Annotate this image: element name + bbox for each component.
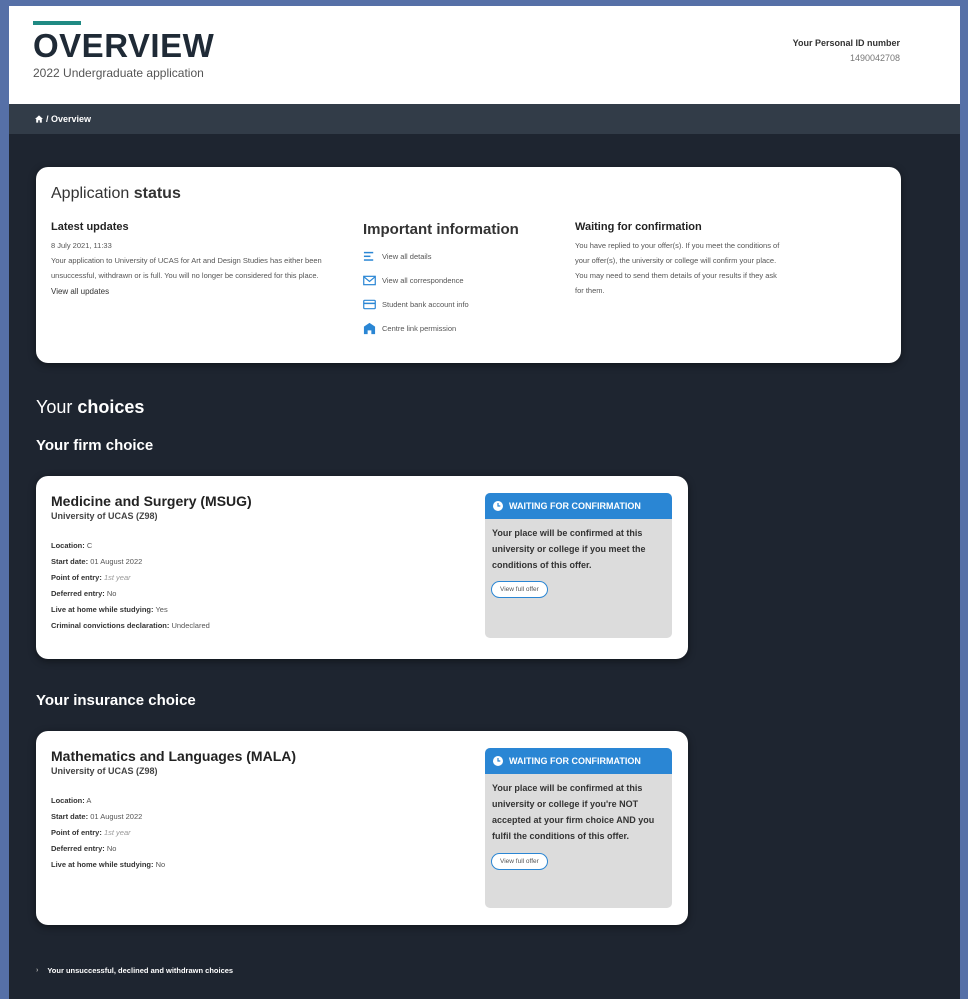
view-all-correspondence-link[interactable]: View all correspondence [363,268,553,292]
important-information-title: Important information [363,221,519,238]
waiting-for-confirmation: Waiting for confirmation You have replie… [575,221,785,298]
building-icon [363,322,376,334]
firm-status-label: WAITING FOR CONFIRMATION [509,501,641,511]
application-status-heading: Application status [51,185,181,202]
unsuccessful-choices-toggle[interactable]: › Your unsuccessful, declined and withdr… [36,966,233,975]
insurance-status-text: Your place will be confirmed at this uni… [492,783,655,841]
firm-course-details: Location: C Start date: 01 August 2022 P… [51,538,210,634]
insurance-university: University of UCAS (Z98) [51,766,158,776]
firm-status-box: WAITING FOR CONFIRMATION Your place will… [485,493,672,638]
latest-update-message: Your application to University of UCAS f… [51,256,322,280]
centre-link-permission-link[interactable]: Centre link permission [363,316,553,340]
firm-view-full-offer-button[interactable]: View full offer [491,581,548,598]
waiting-message: You have replied to your offer(s). If yo… [575,241,780,295]
insurance-choice-heading: Your insurance choice [36,692,196,709]
firm-start-date: Start date: 01 August 2022 [51,557,143,566]
latest-update-date: 8 July 2021, 11:33 [51,241,112,250]
firm-deferred-entry: Deferred entry: No [51,589,117,598]
waiting-title: Waiting for confirmation [575,221,702,233]
personal-id-label: Your Personal ID number [792,38,900,48]
student-bank-account-link[interactable]: Student bank account info [363,292,553,316]
envelope-icon [363,275,376,285]
insurance-point-of-entry: Point of entry: 1st year [51,828,131,837]
insurance-start-date: Start date: 01 August 2022 [51,812,143,821]
insurance-status-header: WAITING FOR CONFIRMATION [485,748,672,774]
firm-university: University of UCAS (Z98) [51,511,158,521]
personal-id-value: 1490042708 [849,53,900,63]
firm-status-header: WAITING FOR CONFIRMATION [485,493,672,519]
page-frame: OVERVIEW 2022 Undergraduate application … [9,6,960,999]
insurance-status-label: WAITING FOR CONFIRMATION [509,756,641,766]
breadcrumb-current: / Overview [46,114,92,124]
clock-icon [493,756,503,766]
firm-choice-heading: Your firm choice [36,437,154,454]
latest-updates: Latest updates 8 July 2021, 11:33 Your a… [51,221,341,296]
page-header: OVERVIEW 2022 Undergraduate application … [9,6,960,104]
page-subtitle: 2022 Undergraduate application [33,66,204,80]
firm-point-of-entry: Point of entry: 1st year [51,573,131,582]
your-choices-heading: Your choices [36,397,145,417]
clock-icon [493,501,503,511]
insurance-course-name: Mathematics and Languages (MALA) [51,748,297,764]
home-icon[interactable] [35,115,43,123]
firm-live-at-home: Live at home while studying: Yes [51,605,168,614]
page-title: OVERVIEW [33,27,215,64]
firm-location: Location: C [51,541,93,550]
firm-course-name: Medicine and Surgery (MSUG) [51,493,252,509]
firm-choice-card: Medicine and Surgery (MSUG) University o… [36,476,688,659]
breadcrumb: / Overview [9,104,960,134]
application-status-card: Application status Latest updates 8 July… [36,167,901,363]
unsuccessful-choices-label: Your unsuccessful, declined and withdraw… [47,966,234,975]
insurance-location: Location: A [51,796,92,805]
list-icon [363,251,374,261]
insurance-deferred-entry: Deferred entry: No [51,844,117,853]
chevron-right-icon: › [36,967,39,974]
firm-status-text: Your place will be confirmed at this uni… [492,528,646,570]
insurance-live-at-home: Live at home while studying: No [51,860,166,869]
title-accent-bar [33,21,81,25]
firm-criminal-convictions: Criminal convictions declaration: Undecl… [51,621,210,630]
view-all-updates-link[interactable]: View all updates [51,287,341,296]
insurance-view-full-offer-button[interactable]: View full offer [491,853,548,870]
card-icon [363,299,376,309]
view-all-details-link[interactable]: View all details [363,244,553,268]
latest-updates-title: Latest updates [51,221,129,233]
important-information: Important information View all details V… [363,221,553,340]
insurance-course-details: Location: A Start date: 01 August 2022 P… [51,793,165,873]
insurance-status-box: WAITING FOR CONFIRMATION Your place will… [485,748,672,908]
insurance-choice-card: Mathematics and Languages (MALA) Univers… [36,731,688,925]
